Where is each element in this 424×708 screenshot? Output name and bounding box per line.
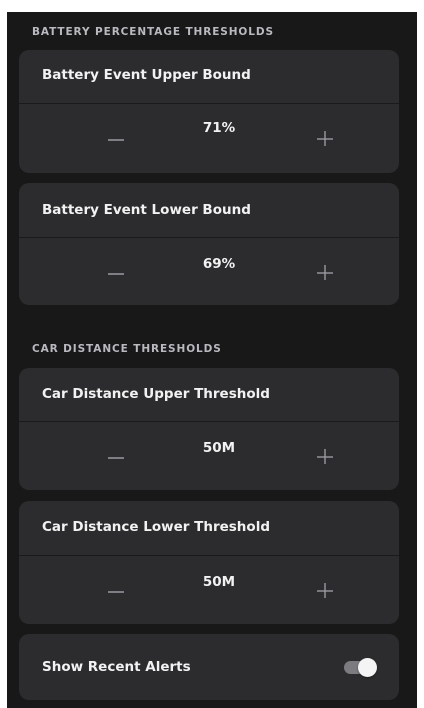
minus-icon	[108, 457, 124, 459]
show-recent-alerts-label: Show Recent Alerts	[42, 659, 191, 675]
distance-lower-card: Car Distance Lower Threshold 50M	[19, 501, 399, 624]
distance-upper-title: Car Distance Upper Threshold	[42, 386, 270, 402]
minus-icon	[108, 139, 124, 141]
plus-icon	[317, 583, 333, 598]
card-divider	[19, 421, 399, 422]
car-distance-thresholds-header: CAR DISTANCE THRESHOLDS	[32, 343, 222, 355]
battery-upper-title: Battery Event Upper Bound	[42, 67, 251, 83]
minus-icon	[108, 591, 124, 593]
distance-upper-increment-button[interactable]	[305, 435, 345, 475]
distance-lower-decrement-button[interactable]	[96, 569, 136, 609]
minus-icon	[108, 273, 124, 275]
show-recent-alerts-card: Show Recent Alerts	[19, 634, 399, 700]
distance-lower-value: 50M	[202, 574, 236, 590]
battery-lower-increment-button[interactable]	[305, 251, 345, 291]
plus-icon	[317, 265, 333, 280]
distance-upper-value: 50M	[202, 440, 236, 456]
battery-upper-increment-button[interactable]	[305, 117, 345, 157]
plus-icon	[317, 449, 333, 464]
card-divider	[19, 103, 399, 104]
distance-upper-card: Car Distance Upper Threshold 50M	[19, 368, 399, 490]
card-divider	[19, 237, 399, 238]
distance-lower-increment-button[interactable]	[305, 569, 345, 609]
battery-lower-title: Battery Event Lower Bound	[42, 202, 251, 218]
plus-icon	[317, 131, 333, 146]
battery-upper-card: Battery Event Upper Bound 71%	[19, 50, 399, 173]
battery-upper-value: 71%	[202, 120, 236, 136]
battery-lower-decrement-button[interactable]	[96, 251, 136, 291]
battery-lower-value: 69%	[202, 256, 236, 272]
distance-lower-title: Car Distance Lower Threshold	[42, 519, 270, 535]
show-recent-alerts-toggle[interactable]	[343, 657, 377, 677]
distance-upper-decrement-button[interactable]	[96, 435, 136, 475]
battery-thresholds-header: BATTERY PERCENTAGE THRESHOLDS	[32, 26, 274, 38]
card-divider	[19, 555, 399, 556]
battery-lower-card: Battery Event Lower Bound 69%	[19, 183, 399, 305]
settings-screen: BATTERY PERCENTAGE THRESHOLDS Battery Ev…	[7, 12, 417, 708]
battery-upper-decrement-button[interactable]	[96, 117, 136, 157]
toggle-knob	[358, 658, 377, 677]
